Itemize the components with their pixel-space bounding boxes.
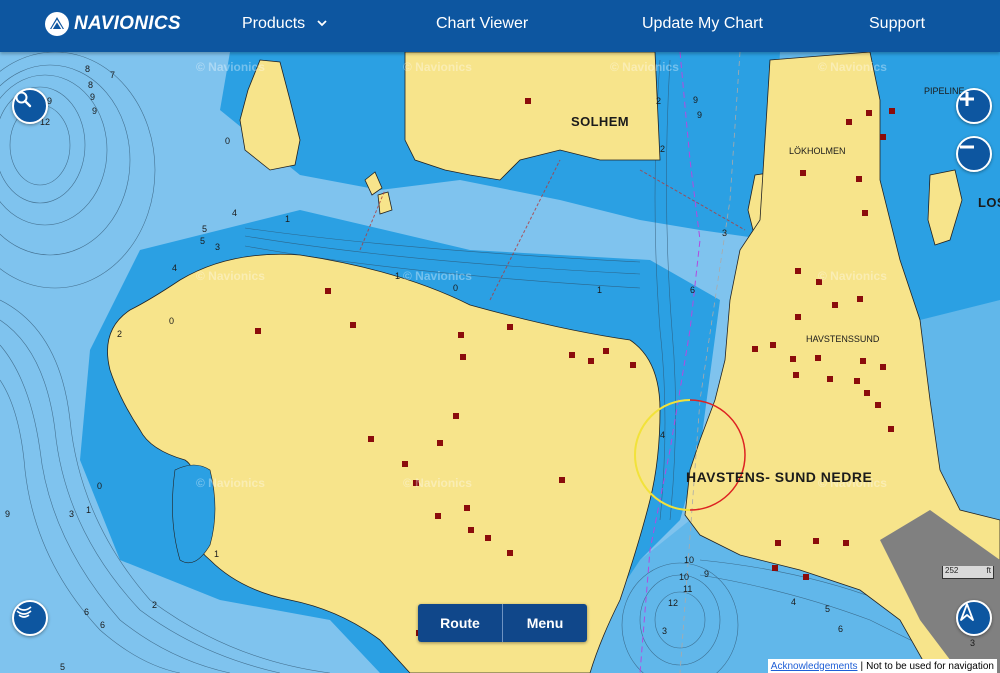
place-lokholmen: LÖKHOLMEN [789, 146, 846, 156]
svg-text:0: 0 [225, 136, 230, 146]
svg-text:3: 3 [662, 626, 667, 636]
svg-text:10: 10 [684, 555, 694, 565]
chevron-down-icon [316, 20, 327, 27]
svg-text:3: 3 [215, 242, 220, 252]
map-footer: Acknowledgements | Not to be used for na… [767, 659, 997, 673]
watermark: © Navionics [403, 60, 472, 74]
svg-text:10: 10 [679, 572, 689, 582]
watermark: © Navionics [818, 269, 887, 283]
svg-text:3: 3 [970, 638, 975, 648]
sonar-icon [16, 606, 32, 618]
svg-text:5: 5 [202, 224, 207, 234]
place-havstens-sund-nedre: HAVSTENS- SUND NEDRE [686, 469, 873, 485]
svg-text:2: 2 [117, 329, 122, 339]
nav-update-my-chart[interactable]: Update My Chart [642, 15, 763, 33]
acknowledgements-link[interactable]: Acknowledgements [771, 661, 858, 672]
svg-text:2: 2 [660, 144, 665, 154]
svg-text:8: 8 [88, 80, 93, 90]
place-solhem: SOLHEM [571, 114, 630, 129]
svg-text:9: 9 [697, 110, 702, 120]
zoom-in-button[interactable] [956, 88, 992, 124]
svg-text:12: 12 [668, 598, 678, 608]
svg-text:1: 1 [214, 549, 219, 559]
magnifier-icon [15, 91, 32, 108]
svg-text:6: 6 [838, 624, 843, 634]
watermark: © Navionics [403, 476, 472, 490]
compass-icon [960, 603, 974, 621]
zoom-out-button[interactable] [956, 136, 992, 172]
navionics-logo-icon [45, 12, 69, 36]
watermark: © Navionics [196, 476, 265, 490]
svg-text:4: 4 [172, 263, 177, 273]
svg-text:6: 6 [100, 620, 105, 630]
svg-text:2: 2 [656, 96, 661, 106]
svg-text:5: 5 [825, 604, 830, 614]
nav-products-label: Products [242, 15, 306, 32]
svg-text:0: 0 [97, 481, 102, 491]
logo-text: NAVIONICS [74, 13, 181, 34]
svg-text:6: 6 [84, 607, 89, 617]
footer-separator: | [860, 660, 864, 672]
compass-button[interactable] [956, 600, 992, 636]
place-havstenssund: HAVSTENSSUND [806, 334, 880, 344]
watermark: © Navionics [196, 60, 265, 74]
svg-text:1: 1 [285, 214, 290, 224]
nav-products[interactable]: Products [242, 15, 327, 33]
svg-text:11: 11 [683, 584, 692, 594]
watermark: © Navionics [196, 269, 265, 283]
svg-text:1: 1 [395, 271, 400, 281]
search-button[interactable] [12, 88, 48, 124]
svg-text:2: 2 [152, 600, 157, 610]
scale-bar: 252 ft [942, 566, 994, 579]
navionics-logo[interactable]: NAVIONICS [44, 9, 181, 39]
svg-text:3: 3 [69, 509, 74, 519]
nav-support[interactable]: Support [869, 15, 925, 33]
svg-text:9: 9 [5, 509, 10, 519]
svg-text:0: 0 [453, 283, 458, 293]
svg-text:4: 4 [232, 208, 237, 218]
svg-text:9: 9 [693, 95, 698, 105]
svg-text:9: 9 [90, 92, 95, 102]
chart-map-graphics: 87899 9120 14553 402 09 3 1 12665 10 1 2992… [0, 52, 1000, 673]
svg-text:4: 4 [791, 597, 796, 607]
svg-text:6: 6 [690, 285, 695, 295]
svg-text:7: 7 [110, 70, 115, 80]
watermark: © Navionics [610, 60, 679, 74]
sonar-button[interactable] [12, 600, 48, 636]
menu-button[interactable]: Menu [502, 604, 587, 642]
svg-text:5: 5 [60, 662, 65, 672]
chart-map[interactable]: 87899 9 12 0 14553 402 0931 12665 101 2992… [0, 52, 1000, 673]
svg-text:9: 9 [92, 106, 97, 116]
route-button[interactable]: Route [418, 604, 502, 642]
svg-text:4: 4 [660, 430, 665, 440]
top-navigation-bar: NAVIONICS Products Chart Viewer Update M… [0, 0, 1000, 52]
svg-text:1: 1 [86, 505, 91, 515]
navigation-disclaimer: Not to be used for navigation [866, 660, 994, 672]
scale-unit: ft [986, 566, 991, 575]
route-menu-bar: Route Menu [418, 604, 587, 642]
minus-icon [960, 145, 974, 149]
svg-text:8: 8 [85, 64, 90, 74]
nav-chart-viewer[interactable]: Chart Viewer [436, 15, 528, 33]
svg-text:1: 1 [597, 285, 602, 295]
watermark: © Navionics [403, 269, 472, 283]
svg-text:0: 0 [169, 316, 174, 326]
place-los: LOS [978, 195, 1000, 210]
watermark: © Navionics [818, 60, 887, 74]
svg-text:9: 9 [704, 569, 709, 579]
svg-text:3: 3 [722, 228, 727, 238]
plus-icon [960, 92, 974, 106]
scale-value: 252 [945, 566, 959, 575]
svg-text:5: 5 [200, 236, 205, 246]
